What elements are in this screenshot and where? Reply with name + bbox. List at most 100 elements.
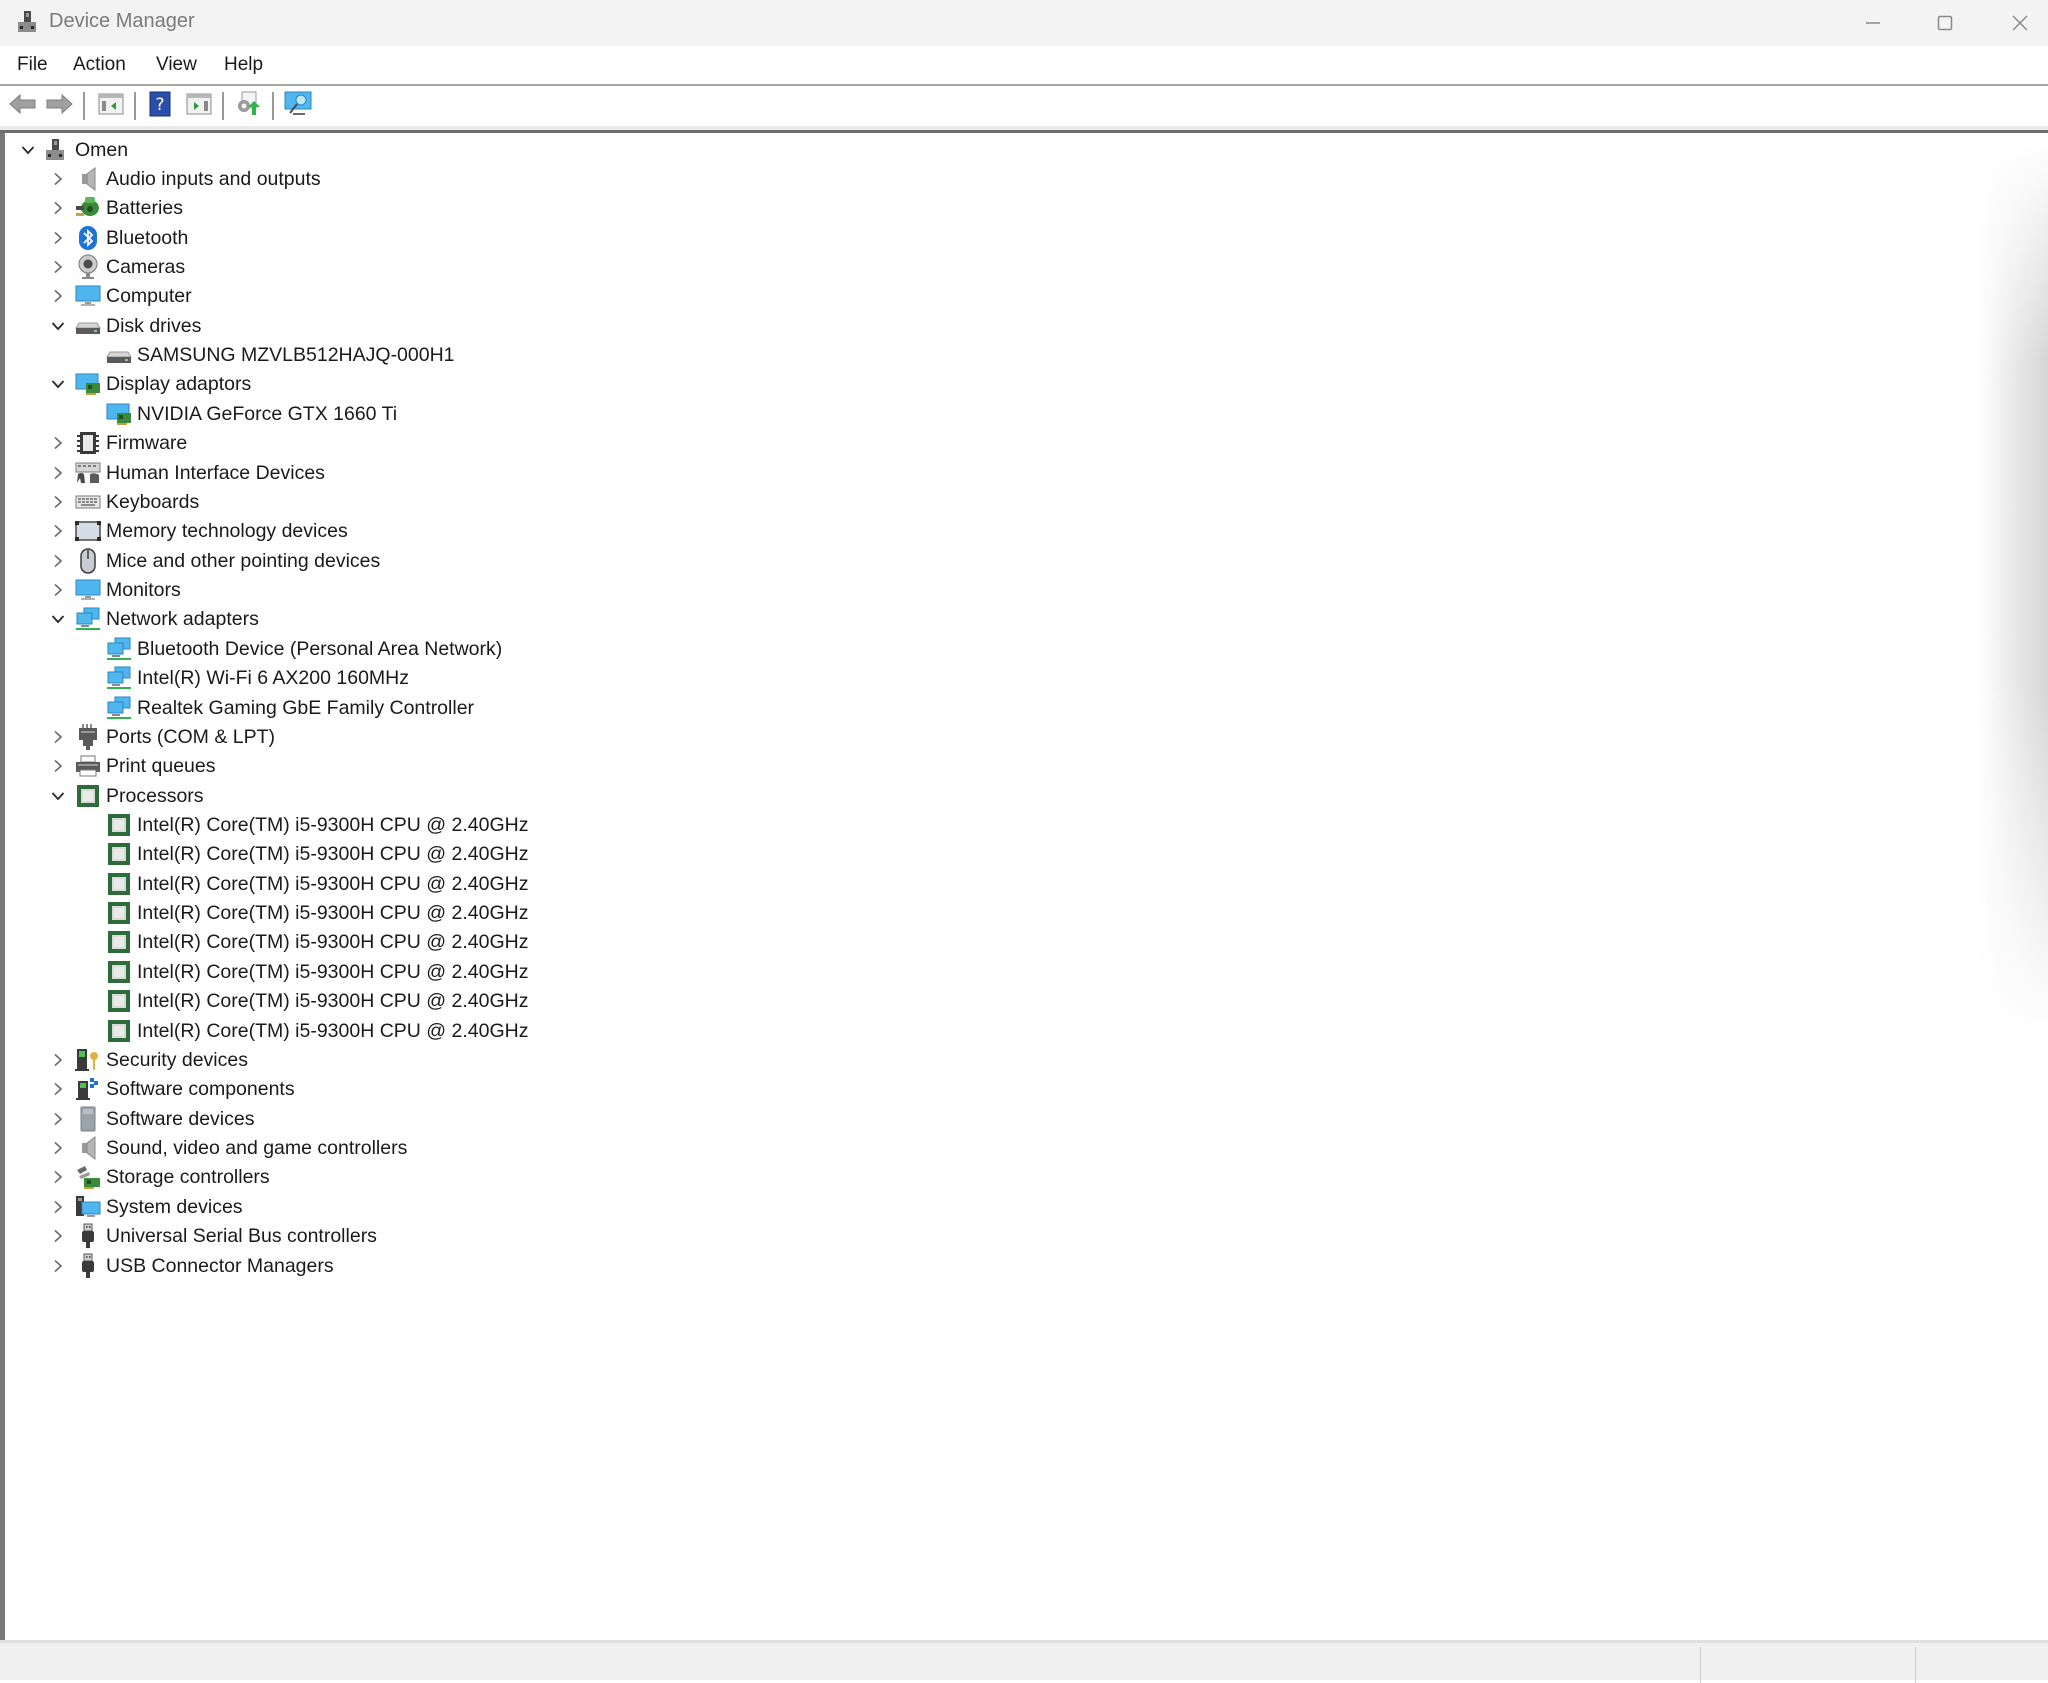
tree-category[interactable]: Ports (COM & LPT) [5, 723, 1905, 752]
tree-category[interactable]: Computer [5, 282, 1905, 311]
processor-icon [106, 812, 132, 838]
tree-device[interactable]: Intel(R) Core(TM) i5-9300H CPU @ 2.40GHz [5, 899, 1905, 928]
tree-item-label: Processors [106, 784, 204, 807]
chevron-right-icon[interactable] [50, 200, 66, 216]
tree-category[interactable]: Display adaptors [5, 370, 1905, 399]
help-button[interactable]: ? [145, 91, 175, 121]
tree-category[interactable]: Memory technology devices [5, 517, 1905, 546]
chevron-right-icon[interactable] [50, 1081, 66, 1097]
back-button[interactable] [8, 91, 38, 121]
chevron-right-icon[interactable] [50, 435, 66, 451]
tree-category[interactable]: Keyboards [5, 488, 1905, 517]
chevron-right-icon[interactable] [50, 171, 66, 187]
chevron-down-icon[interactable] [50, 376, 66, 392]
chevron-right-icon[interactable] [50, 758, 66, 774]
chevron-right-icon[interactable] [50, 523, 66, 539]
tree-device[interactable]: Realtek Gaming GbE Family Controller [5, 694, 1905, 723]
tree-item-label: Realtek Gaming GbE Family Controller [137, 696, 475, 719]
chevron-right-icon[interactable] [50, 729, 66, 745]
chevron-right-icon[interactable] [50, 1111, 66, 1127]
tree-device[interactable]: Bluetooth Device (Personal Area Network) [5, 635, 1905, 664]
menu-view[interactable]: View [156, 54, 197, 76]
disk-drive-icon [75, 313, 101, 339]
show-hide-console-tree-button[interactable] [96, 91, 126, 121]
tree-item-label: Audio inputs and outputs [106, 167, 321, 190]
tree-category[interactable]: Bluetooth [5, 224, 1905, 253]
tree-category[interactable]: Monitors [5, 576, 1905, 605]
tree-category[interactable]: System devices [5, 1193, 1905, 1222]
tree-device[interactable]: Intel(R) Core(TM) i5-9300H CPU @ 2.40GHz [5, 870, 1905, 899]
tree-device[interactable]: NVIDIA GeForce GTX 1660 Ti [5, 400, 1905, 429]
chevron-right-icon[interactable] [50, 1052, 66, 1068]
tree-device[interactable]: Intel(R) Core(TM) i5-9300H CPU @ 2.40GHz [5, 840, 1905, 869]
security-key-icon [75, 1047, 101, 1073]
chevron-right-icon[interactable] [50, 582, 66, 598]
tree-item-label: Mice and other pointing devices [106, 549, 381, 572]
tree-category[interactable]: Audio inputs and outputs [5, 165, 1905, 194]
tree-category[interactable]: Processors [5, 782, 1905, 811]
tree-category[interactable]: Print queues [5, 752, 1905, 781]
scan-monitor-icon [284, 91, 312, 122]
chevron-right-icon[interactable] [50, 553, 66, 569]
forward-button[interactable] [44, 91, 74, 121]
tree-category[interactable]: Software components [5, 1075, 1905, 1104]
tree-item-label: Intel(R) Core(TM) i5-9300H CPU @ 2.40GHz [137, 872, 529, 895]
chevron-right-icon[interactable] [50, 1140, 66, 1156]
tree-category[interactable]: Universal Serial Bus controllers [5, 1222, 1905, 1251]
tree-category[interactable]: Sound, video and game controllers [5, 1134, 1905, 1163]
tree-device[interactable]: Intel(R) Core(TM) i5-9300H CPU @ 2.40GHz [5, 928, 1905, 957]
menu-action[interactable]: Action [73, 54, 126, 76]
menu-file[interactable]: File [17, 54, 48, 76]
chevron-down-icon[interactable] [50, 788, 66, 804]
tree-item-label: Monitors [106, 579, 181, 602]
help-icon: ? [149, 91, 171, 122]
svg-text:?: ? [155, 95, 164, 115]
close-button[interactable] [1985, 0, 2048, 46]
minimize-button[interactable] [1838, 0, 1908, 46]
tree-category[interactable]: Software devices [5, 1105, 1905, 1134]
tree-device[interactable]: Intel(R) Core(TM) i5-9300H CPU @ 2.40GHz [5, 958, 1905, 987]
maximize-button[interactable] [1910, 0, 1980, 46]
minimize-icon [1865, 15, 1881, 31]
tree-category[interactable]: USB Connector Managers [5, 1252, 1905, 1281]
show-hide-action-pane-button[interactable] [184, 91, 214, 121]
tree-category[interactable]: Disk drives [5, 312, 1905, 341]
tree-item-label: Intel(R) Core(TM) i5-9300H CPU @ 2.40GHz [137, 931, 529, 954]
chevron-right-icon[interactable] [50, 1228, 66, 1244]
update-driver-button[interactable] [233, 91, 263, 121]
tree-category[interactable]: Storage controllers [5, 1163, 1905, 1192]
chevron-right-icon[interactable] [50, 259, 66, 275]
tree-root[interactable]: Omen [5, 136, 1905, 165]
tree-category[interactable]: Security devices [5, 1046, 1905, 1075]
chevron-right-icon[interactable] [50, 1169, 66, 1185]
tree-category[interactable]: Mice and other pointing devices [5, 547, 1905, 576]
tree-item-label: Memory technology devices [106, 520, 348, 543]
chevron-right-icon[interactable] [50, 288, 66, 304]
tree-item-label: Network adapters [106, 608, 259, 631]
tree-device[interactable]: SAMSUNG MZVLB512HAJQ-000H1 [5, 341, 1905, 370]
tree-category[interactable]: Firmware [5, 429, 1905, 458]
scan-hardware-changes-button[interactable] [283, 91, 313, 121]
tree-device[interactable]: Intel(R) Core(TM) i5-9300H CPU @ 2.40GHz [5, 811, 1905, 840]
tree-device[interactable]: Intel(R) Core(TM) i5-9300H CPU @ 2.40GHz [5, 987, 1905, 1016]
tree-category[interactable]: Batteries [5, 194, 1905, 223]
chevron-down-icon[interactable] [50, 611, 66, 627]
chevron-right-icon[interactable] [50, 230, 66, 246]
tree-category[interactable]: Network adapters [5, 605, 1905, 634]
bluetooth-icon [75, 225, 101, 251]
tree-category[interactable]: Cameras [5, 253, 1905, 282]
chevron-right-icon[interactable] [50, 494, 66, 510]
system-devices-icon [75, 1194, 101, 1220]
chevron-right-icon[interactable] [50, 465, 66, 481]
chevron-right-icon[interactable] [50, 1258, 66, 1274]
tree-device[interactable]: Intel(R) Wi-Fi 6 AX200 160MHz [5, 664, 1905, 693]
network-adapter-icon [106, 665, 132, 691]
device-tree[interactable]: Omen Audio inputs and outputs Batteries Blu… [0, 133, 2048, 1640]
chevron-down-icon[interactable] [50, 318, 66, 334]
tree-device[interactable]: Intel(R) Core(TM) i5-9300H CPU @ 2.40GHz [5, 1017, 1905, 1046]
battery-plug-icon [75, 195, 101, 221]
chevron-down-icon[interactable] [20, 142, 36, 158]
tree-category[interactable]: Human Interface Devices [5, 459, 1905, 488]
menu-help[interactable]: Help [224, 54, 263, 76]
chevron-right-icon[interactable] [50, 1199, 66, 1215]
